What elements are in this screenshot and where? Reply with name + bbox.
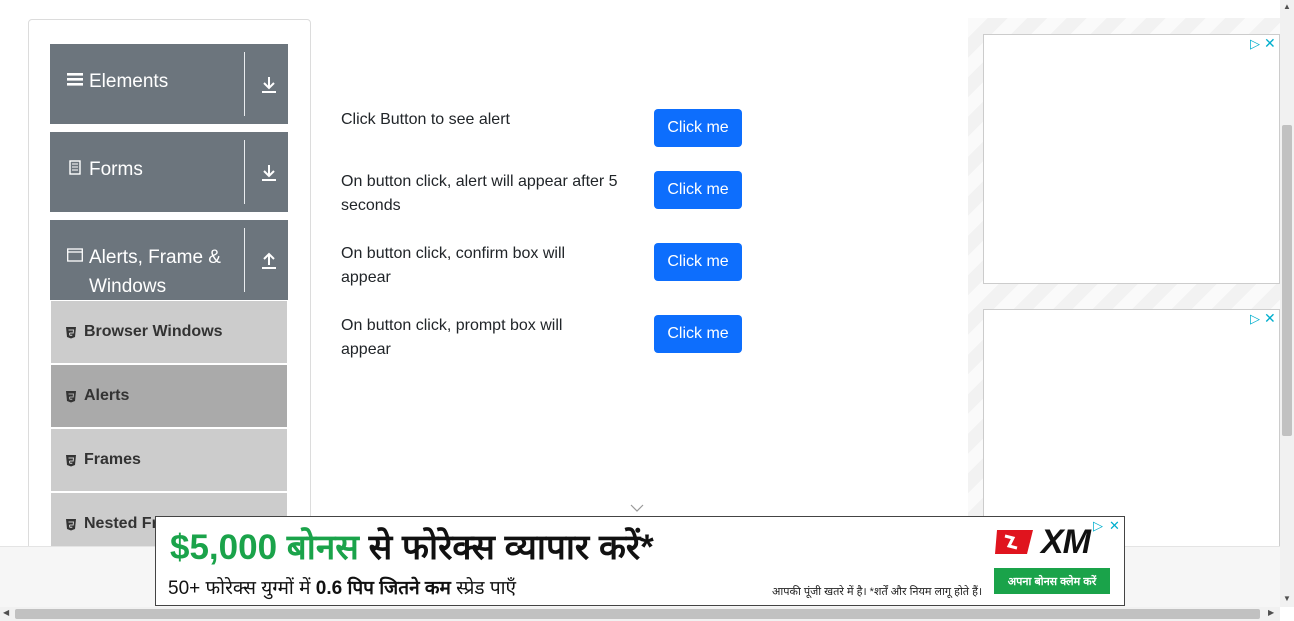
banner-ad[interactable]: $5,000 बोनस से फोरेक्स व्यापार करें* 50+… [155,516,1125,606]
adchoices-icon[interactable]: ▷ [1250,311,1260,327]
claim-bonus-button[interactable]: अपना बोनस क्लेम करें [994,568,1110,594]
banner-headline-amount: $5,000 बोनस [170,528,359,567]
document-icon [67,159,83,175]
menu-item-browser-windows[interactable]: Browser Windows [51,301,287,363]
scroll-down-arrow-icon[interactable]: ▼ [1283,594,1291,603]
banner-disclaimer: आपकी पूंजी खतरे में है। *शर्तें और नियम … [772,586,983,598]
group-divider [244,140,245,204]
vertical-scroll-thumb[interactable] [1282,125,1292,436]
adchoices-icon[interactable]: ▷ [1250,36,1260,52]
banner-ad-choices[interactable]: ▷ ✕ [1093,518,1120,534]
upload-arrow-icon[interactable] [260,250,278,270]
menu-item-label: Alerts [84,387,130,404]
banner-sub-post: स्प्रेड पाएँ [456,578,517,599]
group-divider [244,52,245,116]
ad-column: ▷ ✕ ▷ ✕ [968,18,1280,569]
banner-headline: $5,000 बोनस से फोरेक्स व्यापार करें* [170,523,654,570]
scroll-up-arrow-icon[interactable]: ▲ [1283,2,1291,11]
prompt-description: On button click, prompt box will appear [341,317,563,358]
download-arrow-icon[interactable] [260,75,278,95]
sidebar-panel: Elements Forms Alerts, Frame & Windows B… [28,19,311,559]
close-icon[interactable]: ✕ [1264,310,1276,327]
timer-alert-button[interactable]: Click me [654,171,742,209]
group-header-elements[interactable]: Elements [50,44,288,124]
scroll-right-arrow-icon[interactable]: ▶ [1268,608,1274,617]
group-header-left: Forms [50,132,288,184]
window-icon [67,247,83,263]
group-divider [244,228,245,292]
banner-headline-rest: से फोरेक्स व्यापार करें* [368,528,654,567]
adchoices-icon[interactable]: ▷ [1093,518,1103,534]
scroll-left-arrow-icon[interactable]: ◀ [3,608,9,617]
group-header-forms[interactable]: Forms [50,132,288,212]
alert-button[interactable]: Click me [654,109,742,147]
horizontal-scrollbar[interactable]: ◀ ▶ [0,607,1280,621]
prompt-button[interactable]: Click me [654,315,742,353]
ad-choices[interactable]: ▷ ✕ [1250,35,1276,52]
page: Elements Forms Alerts, Frame & Windows B… [0,0,1294,621]
group-header-alerts-frame-windows[interactable]: Alerts, Frame & Windows [50,220,288,300]
confirm-description: On button click, confirm box will appear [341,245,566,286]
html5-icon [65,454,77,467]
ad-choices[interactable]: ▷ ✕ [1250,310,1276,327]
menu-item-frames[interactable]: Frames [51,429,287,491]
confirm-button[interactable]: Click me [654,243,742,281]
menu-item-alerts[interactable]: Alerts [51,365,287,427]
group-title-elements: Elements [89,71,169,92]
xm-logo-mark-icon [995,530,1033,554]
download-arrow-icon[interactable] [260,163,278,183]
hamburger-icon [67,71,83,87]
chevron-down-icon[interactable] [630,500,644,512]
group-title-forms: Forms [89,159,143,180]
html5-icon [65,518,77,531]
html5-icon [65,390,77,403]
group-header-left: Alerts, Frame & Windows [50,220,288,301]
close-icon[interactable]: ✕ [1264,35,1276,52]
xm-logo-text: XM [1041,522,1091,561]
html5-icon [65,326,77,339]
banner-sub-pre: 50+ फोरेक्स युग्मों में [168,578,311,599]
group-header-left: Elements [50,44,288,96]
banner-sub-bold: 0.6 पिप जितने कम [315,578,451,599]
ad-slot-top[interactable] [983,34,1280,284]
banner-subline: 50+ फोरेक्स युग्मों में 0.6 पिप जितने कम… [168,574,516,600]
group-title-alerts: Alerts, Frame & Windows [89,247,221,297]
timer-alert-description: On button click, alert will appear after… [341,173,618,214]
menu-item-label: Browser Windows [84,323,223,340]
alert-description: Click Button to see alert [341,111,510,128]
horizontal-scroll-thumb[interactable] [15,609,1260,619]
vertical-scrollbar[interactable]: ▲ ▼ [1280,0,1294,607]
close-icon[interactable]: ✕ [1109,518,1120,534]
menu-item-label: Frames [84,451,141,468]
